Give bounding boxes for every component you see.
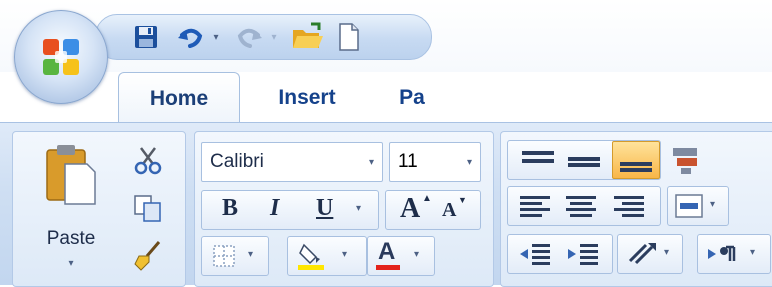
font-color-dropdown-icon[interactable]: ▾ bbox=[414, 249, 419, 260]
tab-insert[interactable]: Insert bbox=[262, 72, 352, 124]
increase-indent-icon[interactable] bbox=[566, 241, 602, 267]
ribbon: Paste ▾ Calibri ▾ 11 ▾ B I U ▾ A ▲ A ▼ ▾… bbox=[0, 122, 772, 287]
text-direction-icon bbox=[708, 245, 736, 261]
font-size-combobox[interactable]: 11 ▾ bbox=[389, 142, 481, 182]
align-right-icon[interactable] bbox=[612, 193, 648, 219]
save-icon[interactable] bbox=[132, 23, 160, 51]
paste-label: Paste bbox=[46, 228, 96, 249]
paste-dropdown-icon: ▾ bbox=[68, 258, 74, 269]
font-color-button[interactable]: A ▾ bbox=[367, 236, 435, 276]
orientation-icon bbox=[628, 243, 656, 265]
font-name-dropdown-icon[interactable]: ▾ bbox=[369, 157, 374, 168]
grow-caret-icon: ▲ bbox=[422, 193, 432, 204]
quick-access-toolbar: ▾ ▾ bbox=[95, 14, 432, 60]
font-name-combobox[interactable]: Calibri ▾ bbox=[201, 142, 383, 182]
highlighter-icon bbox=[298, 243, 324, 270]
wrap-text-button[interactable]: ▾ bbox=[667, 186, 729, 226]
office-button[interactable] bbox=[14, 10, 108, 104]
borders-button[interactable]: ▾ bbox=[201, 236, 269, 276]
style-paint-button[interactable] bbox=[667, 140, 707, 178]
indent-strip bbox=[507, 234, 613, 274]
paste-button[interactable]: Paste ▾ bbox=[21, 138, 121, 276]
text-direction-button[interactable]: ▾ bbox=[697, 234, 771, 274]
font-color-letter: A bbox=[378, 238, 396, 265]
undo-dropdown-icon[interactable]: ▾ bbox=[210, 28, 222, 46]
bold-italic-underline-strip: B I U ▾ bbox=[201, 190, 379, 230]
font-size-dropdown-icon[interactable]: ▾ bbox=[467, 157, 472, 168]
tab-home[interactable]: Home bbox=[118, 72, 240, 125]
paragraph-group: ▾ ▾ ▾ bbox=[500, 131, 772, 287]
font-group: Calibri ▾ 11 ▾ B I U ▾ A ▲ A ▼ ▾ ▾ A ▾ bbox=[194, 131, 494, 287]
underline-dropdown-icon[interactable]: ▾ bbox=[356, 203, 361, 214]
highlight-dropdown-icon[interactable]: ▾ bbox=[342, 249, 347, 260]
redo-icon[interactable] bbox=[234, 23, 264, 51]
line-bottom-button-selected[interactable] bbox=[612, 141, 660, 179]
borders-dropdown-icon[interactable]: ▾ bbox=[248, 249, 253, 260]
paste-clipboard-icon bbox=[46, 145, 96, 205]
grow-font-button[interactable]: A bbox=[400, 193, 420, 225]
alignment-strip bbox=[507, 186, 661, 226]
open-folder-icon[interactable] bbox=[291, 21, 325, 53]
clipboard-group: Paste ▾ bbox=[12, 131, 186, 287]
shrink-caret-icon: ▼ bbox=[458, 195, 467, 205]
borders-grid-icon bbox=[213, 245, 235, 267]
tab-page-layout[interactable]: Pa bbox=[392, 72, 432, 124]
new-document-icon[interactable] bbox=[336, 21, 362, 53]
copy-icon bbox=[134, 195, 161, 222]
font-size-value: 11 bbox=[398, 151, 418, 172]
orientation-dropdown-icon[interactable]: ▾ bbox=[664, 247, 669, 258]
italic-button[interactable]: I bbox=[270, 195, 279, 222]
decrease-indent-icon[interactable] bbox=[518, 241, 554, 267]
line-bottom-icon bbox=[620, 162, 652, 172]
font-color-swatch bbox=[376, 265, 400, 270]
wrap-text-icon bbox=[675, 194, 703, 218]
line-style-strip bbox=[507, 140, 661, 180]
text-highlight-button[interactable]: ▾ bbox=[287, 236, 367, 276]
underline-button[interactable]: U bbox=[316, 195, 333, 222]
paintbrush-icon bbox=[134, 241, 161, 271]
grow-shrink-font-strip: A ▲ A ▼ bbox=[385, 190, 481, 230]
copy-button[interactable] bbox=[131, 192, 167, 224]
scissors-icon bbox=[134, 147, 162, 175]
bold-button[interactable]: B bbox=[222, 195, 238, 222]
redo-dropdown-icon[interactable]: ▾ bbox=[268, 28, 280, 46]
text-orientation-button[interactable]: ▾ bbox=[617, 234, 683, 274]
office-logo-icon bbox=[43, 39, 79, 75]
cut-button[interactable] bbox=[131, 144, 167, 176]
undo-icon[interactable] bbox=[176, 23, 206, 51]
line-middle-icon[interactable] bbox=[564, 147, 604, 173]
format-painter-button[interactable] bbox=[131, 238, 167, 272]
style-brush-icon bbox=[673, 148, 697, 174]
text-direction-dropdown-icon[interactable]: ▾ bbox=[750, 247, 755, 258]
wrap-text-dropdown-icon[interactable]: ▾ bbox=[710, 199, 715, 210]
line-top-icon[interactable] bbox=[518, 147, 558, 173]
align-left-icon[interactable] bbox=[518, 193, 554, 219]
shrink-font-button[interactable]: A bbox=[442, 199, 456, 222]
align-center-icon[interactable] bbox=[564, 193, 600, 219]
font-name-value: Calibri bbox=[210, 151, 264, 172]
